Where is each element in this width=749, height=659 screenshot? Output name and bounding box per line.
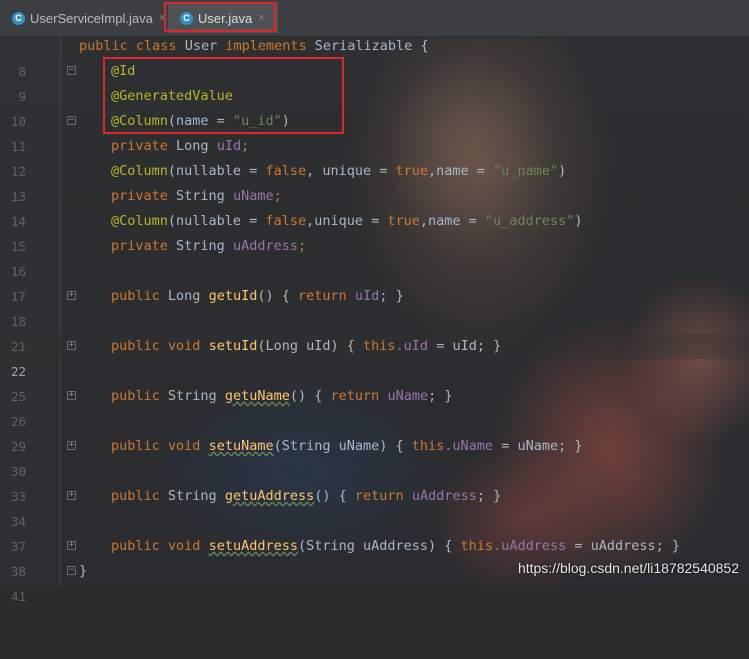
line-content: public String getuAddress() { return uAd… <box>111 488 502 504</box>
fold-marker-icon[interactable]: − <box>67 116 76 125</box>
code-line[interactable]: 38 + public void setuAddress(String uAdd… <box>0 534 749 579</box>
tab-userserviceimpl[interactable]: C UserServiceImpl.java × <box>12 6 165 30</box>
line-content: public class User implements Serializabl… <box>79 38 429 54</box>
fold-marker-icon[interactable]: + <box>67 391 76 400</box>
watermark: https://blog.csdn.net/li18782540852 <box>517 560 739 576</box>
editor-tab-bar: C UserServiceImpl.java × C User.java × <box>0 0 749 37</box>
java-class-icon: C <box>12 11 25 25</box>
line-content: public String getuName() { return uName;… <box>111 388 453 404</box>
line-content: @Column(nullable = false,unique = true,n… <box>111 213 583 229</box>
code-line[interactable]: 34 + public String getuAddress() { retur… <box>0 484 749 529</box>
code-line[interactable]: 17 <box>0 259 749 304</box>
code-line[interactable]: 15 @Column(nullable = false,unique = tru… <box>0 209 749 254</box>
fold-marker-icon[interactable]: + <box>67 491 76 500</box>
line-content: public void setuAddress(String uAddress)… <box>111 538 681 554</box>
line-content: private String uName; <box>111 188 282 204</box>
code-line[interactable]: 37 <box>0 509 749 554</box>
code-line[interactable]: 25 <box>0 359 749 404</box>
line-content: public void setuName(String uName) { thi… <box>111 438 583 454</box>
fold-marker-icon[interactable]: + <box>67 341 76 350</box>
code-line[interactable]: 14 private String uName; <box>0 184 749 229</box>
line-content: @Column(nullable = false, unique = true,… <box>111 163 567 179</box>
fold-marker-icon[interactable]: − <box>67 566 76 575</box>
code-line[interactable]: 12 private Long uId; <box>0 134 749 179</box>
code-line[interactable]: 22 + public void setuId(Long uId) { this… <box>0 334 749 379</box>
code-line[interactable]: 13 @Column(nullable = false, unique = tr… <box>0 159 749 204</box>
line-number: 41 <box>10 589 26 604</box>
code-line[interactable]: 30 + public void setuName(String uName) … <box>0 434 749 479</box>
line-content: private String uAddress; <box>111 238 307 254</box>
fold-marker-icon[interactable]: − <box>67 66 76 75</box>
highlight-box-annotations <box>103 57 344 134</box>
code-line[interactable]: 16 private String uAddress; <box>0 234 749 279</box>
code-line[interactable]: 8 public class User implements Serializa… <box>0 34 749 79</box>
tab-label: UserServiceImpl.java <box>30 10 153 26</box>
fold-marker-icon[interactable]: + <box>67 291 76 300</box>
code-line[interactable]: 21 <box>0 309 749 354</box>
code-line[interactable]: 26 + public String getuName() { return u… <box>0 384 749 429</box>
line-content: public void setuId(Long uId) { this.uId … <box>111 338 502 354</box>
code-line[interactable]: 18 + public Long getuId() { return uId; … <box>0 284 749 329</box>
fold-marker-icon[interactable]: + <box>67 541 76 550</box>
line-content: } <box>79 563 88 579</box>
line-content: public Long getuId() { return uId; } <box>111 288 404 304</box>
line-content: private Long uId; <box>111 138 250 154</box>
code-line[interactable]: 29 <box>0 409 749 454</box>
code-line[interactable]: 33 <box>0 459 749 504</box>
fold-marker-icon[interactable]: + <box>67 441 76 450</box>
highlight-box-tab <box>164 2 276 32</box>
